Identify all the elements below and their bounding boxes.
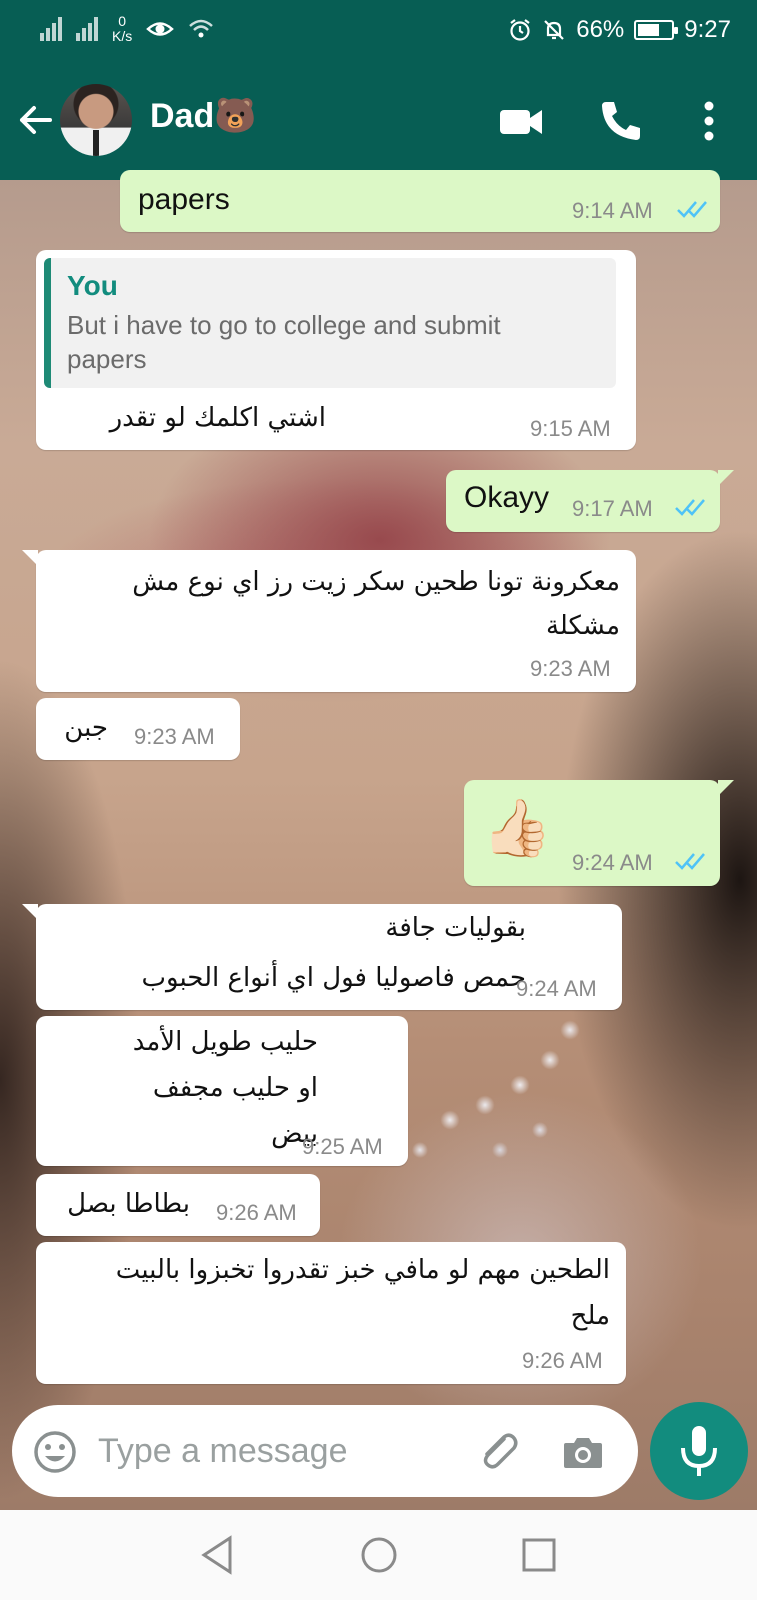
message-time: 9:17 AM bbox=[572, 496, 653, 521]
message-bubble-incoming[interactable]: You But i have to go to college and subm… bbox=[36, 250, 636, 450]
chat-header: Dad🐻 bbox=[0, 62, 757, 180]
message-time: 9:14 AM bbox=[572, 198, 653, 223]
contact-avatar[interactable] bbox=[60, 84, 132, 156]
read-receipt-icon bbox=[675, 853, 705, 870]
quoted-message[interactable]: You But i have to go to college and subm… bbox=[44, 258, 616, 388]
battery-icon bbox=[634, 20, 679, 40]
message-composer bbox=[12, 1405, 638, 1497]
nav-recents-icon[interactable] bbox=[516, 1532, 562, 1578]
message-time: 9:23 AM bbox=[530, 656, 611, 681]
signal-icon bbox=[76, 17, 98, 41]
video-call-icon[interactable] bbox=[496, 96, 546, 146]
eye-icon bbox=[146, 22, 175, 36]
wallpaper-necklace bbox=[390, 1010, 630, 1180]
message-time: 9:26 AM bbox=[216, 1200, 297, 1225]
message-text: اشتي اكلمك لو تقدر bbox=[109, 403, 326, 433]
nav-back-icon[interactable] bbox=[196, 1532, 242, 1578]
status-bar: 0 K/s 66% 9:27 bbox=[0, 0, 757, 62]
message-text-line: بقوليات جافة bbox=[385, 913, 526, 943]
message-text: معكرونة تونا طحين سكر زيت رز اي نوع مش م… bbox=[132, 567, 620, 641]
battery-percent: 66% bbox=[576, 16, 625, 43]
message-bubble-outgoing[interactable]: papers 9:14 AM bbox=[120, 170, 720, 232]
quote-text: But i have to go to college and submit p… bbox=[67, 310, 501, 374]
signal-icon bbox=[40, 17, 62, 41]
message-text-line: حمص فاصوليا فول اي أنواع الحبوب bbox=[141, 963, 526, 993]
message-bubble-incoming[interactable]: معكرونة تونا طحين سكر زيت رز اي نوع مش م… bbox=[22, 550, 636, 692]
emoji-icon[interactable] bbox=[32, 1429, 78, 1475]
message-text-line: الطحين مهم لو مافي خبز تقدروا تخبزوا بال… bbox=[115, 1255, 610, 1285]
microphone-icon bbox=[681, 1426, 717, 1476]
network-speed: 0 K/s bbox=[112, 13, 133, 44]
message-text-line: حليب طويل الأمد bbox=[132, 1027, 318, 1057]
message-bubble-outgoing[interactable]: Okayy 9:17 AM bbox=[446, 470, 734, 532]
message-bubble-outgoing[interactable]: 👍🏻 9:24 AM bbox=[464, 780, 734, 886]
camera-icon[interactable] bbox=[560, 1429, 606, 1475]
message-time: 9:25 AM bbox=[302, 1134, 383, 1159]
wifi-icon bbox=[189, 19, 214, 38]
message-time: 9:26 AM bbox=[522, 1348, 603, 1373]
mute-bell-icon bbox=[544, 20, 565, 40]
alarm-icon bbox=[510, 19, 530, 41]
message-time: 9:15 AM bbox=[530, 416, 611, 441]
quote-author: You bbox=[67, 270, 118, 301]
more-options-icon[interactable] bbox=[684, 96, 734, 146]
nav-home-icon[interactable] bbox=[356, 1532, 402, 1578]
message-time: 9:24 AM bbox=[516, 976, 597, 1001]
read-receipt-icon bbox=[677, 201, 707, 218]
message-text: papers bbox=[138, 183, 230, 216]
message-bubble-incoming[interactable]: بطاطا بصل 9:26 AM bbox=[36, 1174, 320, 1236]
message-text-line: او حليب مجفف bbox=[152, 1073, 318, 1103]
status-time: 9:27 bbox=[684, 16, 731, 43]
read-receipt-icon bbox=[675, 499, 705, 516]
message-text-line: ملح bbox=[570, 1301, 610, 1331]
message-text: جبن bbox=[64, 713, 108, 743]
message-emoji: 👍🏻 bbox=[482, 796, 552, 861]
voice-call-icon[interactable] bbox=[596, 96, 646, 146]
message-bubble-incoming[interactable]: الطحين مهم لو مافي خبز تقدروا تخبزوا بال… bbox=[36, 1242, 626, 1384]
message-text: بطاطا بصل bbox=[67, 1189, 190, 1219]
back-arrow-icon[interactable] bbox=[14, 98, 58, 142]
contact-name[interactable]: Dad🐻 bbox=[150, 96, 257, 136]
attachment-icon[interactable] bbox=[474, 1427, 522, 1475]
system-navigation-bar bbox=[0, 1510, 757, 1600]
message-bubble-incoming[interactable]: حليب طويل الأمد او حليب مجفف بيض 9:25 AM bbox=[36, 1016, 408, 1166]
message-text: Okayy bbox=[464, 481, 550, 514]
message-time: 9:23 AM bbox=[134, 724, 215, 749]
message-bubble-incoming[interactable]: جبن 9:23 AM bbox=[36, 698, 240, 760]
message-time: 9:24 AM bbox=[572, 850, 653, 875]
voice-record-button[interactable] bbox=[650, 1402, 748, 1500]
message-input[interactable] bbox=[98, 1425, 458, 1477]
message-bubble-incoming[interactable]: بقوليات جافة حمص فاصوليا فول اي أنواع ال… bbox=[22, 904, 622, 1010]
message-text-line: بيض bbox=[271, 1119, 318, 1149]
